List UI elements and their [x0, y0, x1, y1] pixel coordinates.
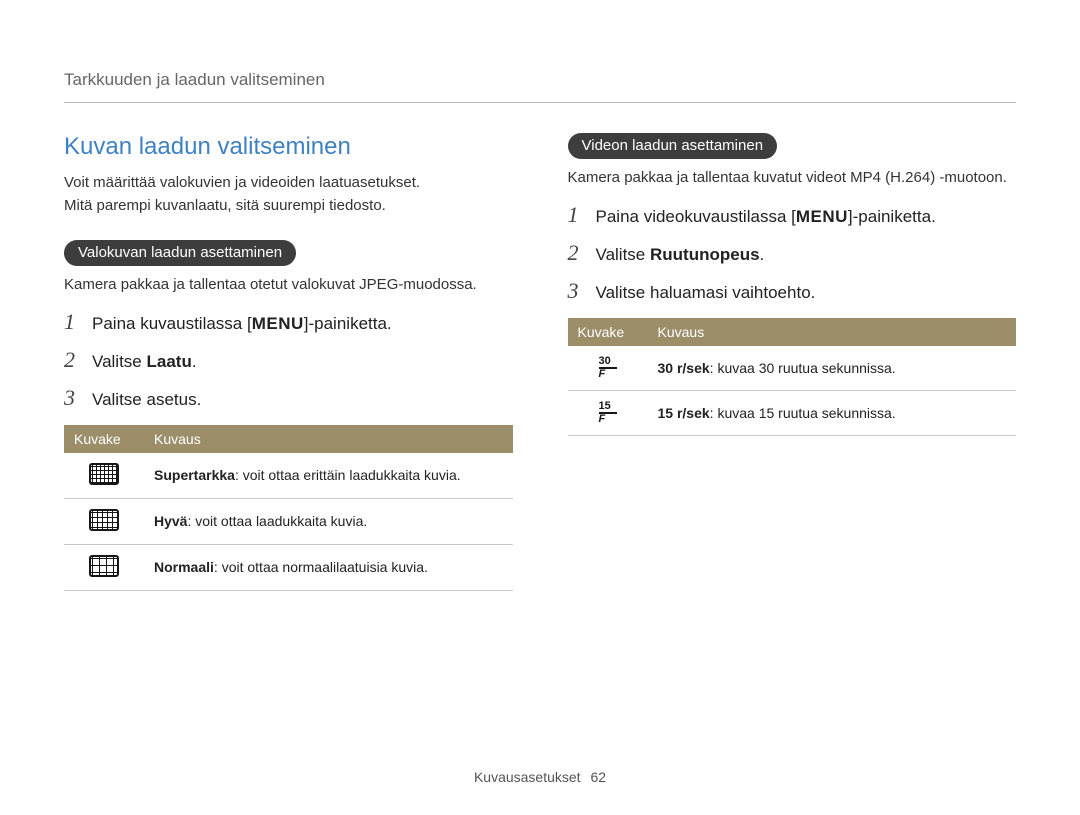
photo-steps: 1 Paina kuvaustilassa [MENU]-painiketta.…: [64, 309, 513, 411]
video-body-text: Kamera pakkaa ja tallentaa kuvatut video…: [568, 169, 1017, 186]
video-step-3: 3 Valitse haluamasi vaihtoehto.: [568, 278, 1017, 304]
video-step-2: 2 Valitse Ruutunopeus.: [568, 240, 1017, 266]
quality-normal-icon: [89, 555, 119, 577]
step-number: 2: [64, 347, 82, 373]
photo-step-3: 3 Valitse asetus.: [64, 385, 513, 411]
table-row: Supertarkka: voit ottaa erittäin laadukk…: [64, 453, 513, 499]
table-row: 30 F 30 r/sek: kuvaa 30 ruutua sekunniss…: [568, 346, 1017, 391]
photo-quality-table: Kuvake Kuvaus Supertarkka: voit ottaa er…: [64, 425, 513, 591]
step-number: 3: [568, 278, 586, 304]
table-row: Hyvä: voit ottaa laadukkaita kuvia.: [64, 498, 513, 544]
intro-text: Voit määrittää valokuvien ja videoiden l…: [64, 173, 513, 217]
right-column: Videon laadun asettaminen Kamera pakkaa …: [568, 133, 1017, 591]
page-footer: Kuvausasetukset 62: [0, 769, 1080, 785]
video-quality-pill: Videon laadun asettaminen: [568, 133, 778, 159]
photo-step-2: 2 Valitse Laatu.: [64, 347, 513, 373]
table-header-icon: Kuvake: [64, 425, 144, 453]
menu-key-label: MENU: [796, 207, 848, 226]
fps-15-icon: 15 F: [599, 401, 617, 424]
breadcrumb: Tarkkuuden ja laadun valitseminen: [64, 70, 1016, 103]
fps-30-icon: 30 F: [599, 356, 617, 379]
photo-quality-pill: Valokuvan laadun asettaminen: [64, 240, 296, 266]
table-header-desc: Kuvaus: [648, 318, 1017, 346]
table-row: Normaali: voit ottaa normaalilaatuisia k…: [64, 544, 513, 590]
quality-superfine-icon: [89, 463, 119, 485]
video-steps: 1 Paina videokuvaustilassa [MENU]-painik…: [568, 202, 1017, 304]
left-column: Kuvan laadun valitseminen Voit määrittää…: [64, 133, 513, 591]
menu-key-label: MENU: [252, 314, 304, 333]
content-columns: Kuvan laadun valitseminen Voit määrittää…: [64, 133, 1016, 591]
step-number: 1: [64, 309, 82, 335]
page-title: Kuvan laadun valitseminen: [64, 133, 513, 161]
quality-fine-icon: [89, 509, 119, 531]
photo-body-text: Kamera pakkaa ja tallentaa otetut valoku…: [64, 276, 513, 293]
table-header-desc: Kuvaus: [144, 425, 513, 453]
video-framerate-table: Kuvake Kuvaus 30 F 30 r/sek: ku: [568, 318, 1017, 436]
step-number: 1: [568, 202, 586, 228]
video-step-1: 1 Paina videokuvaustilassa [MENU]-painik…: [568, 202, 1017, 228]
table-header-icon: Kuvake: [568, 318, 648, 346]
table-row: 15 F 15 r/sek: kuvaa 15 ruutua sekunniss…: [568, 391, 1017, 436]
page: Tarkkuuden ja laadun valitseminen Kuvan …: [0, 0, 1080, 815]
photo-step-1: 1 Paina kuvaustilassa [MENU]-painiketta.: [64, 309, 513, 335]
step-number: 3: [64, 385, 82, 411]
page-number: 62: [590, 769, 606, 785]
step-number: 2: [568, 240, 586, 266]
footer-section: Kuvausasetukset: [474, 769, 581, 785]
intro-line-2: Mitä parempi kuvanlaatu, sitä suurempi t…: [64, 196, 513, 216]
intro-line-1: Voit määrittää valokuvien ja videoiden l…: [64, 173, 513, 193]
